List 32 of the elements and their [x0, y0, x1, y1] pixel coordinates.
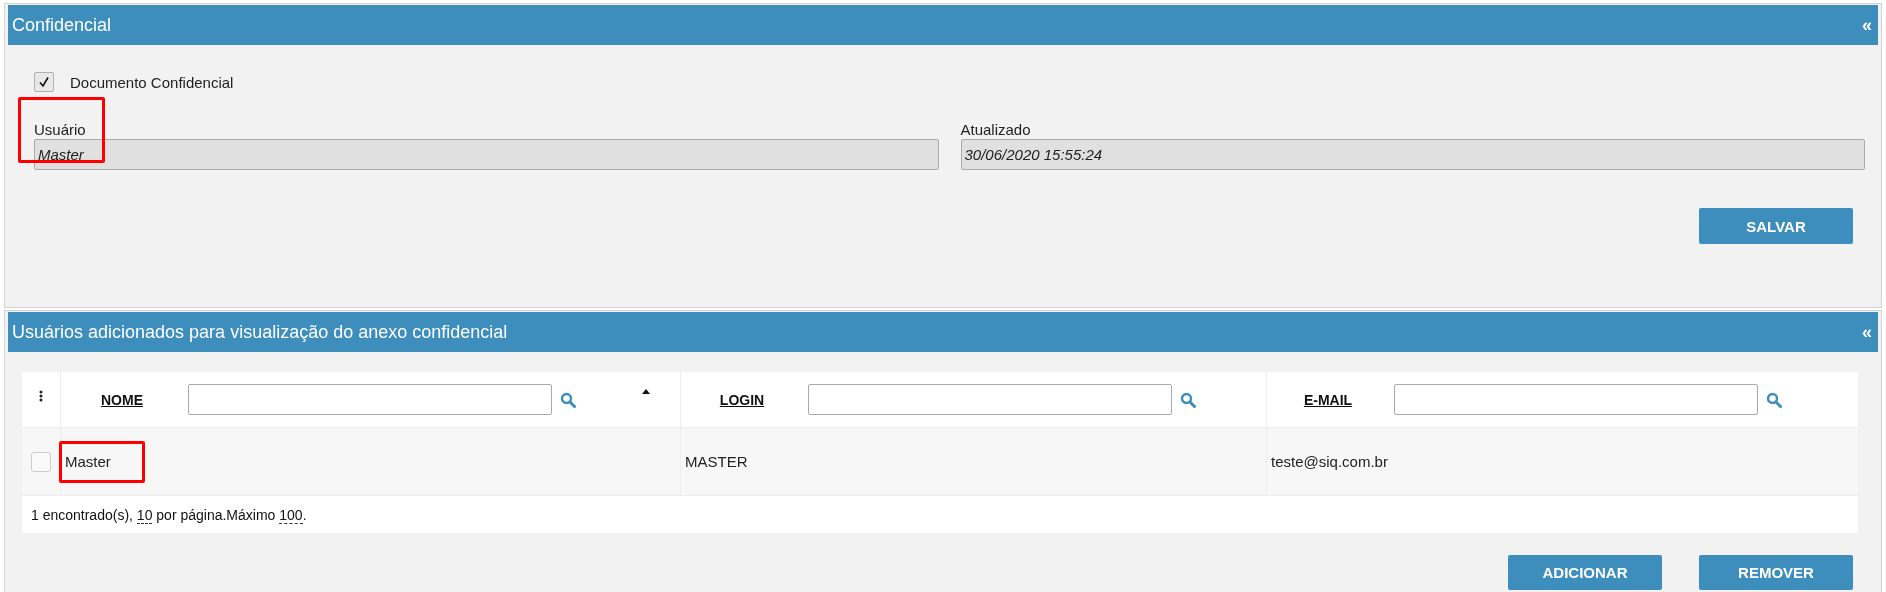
sort-arrow-icon[interactable]	[641, 388, 651, 394]
collapse-button[interactable]: «	[1860, 321, 1874, 343]
table-cell: Master	[65, 453, 111, 470]
row-checkbox[interactable]	[31, 451, 51, 472]
column-header[interactable]: NOME	[61, 391, 183, 408]
collapse-button[interactable]: «	[1860, 14, 1874, 36]
column-header[interactable]: LOGIN	[681, 391, 803, 408]
filter-field[interactable]	[808, 384, 1172, 415]
search-icon[interactable]	[1180, 391, 1196, 408]
maximum-link[interactable]: 100	[279, 506, 303, 524]
panel-title: Confidencial	[12, 14, 112, 36]
page-size-link[interactable]: 10	[136, 506, 153, 524]
input-field[interactable]: Master	[34, 139, 939, 170]
table-cell: MASTER	[685, 453, 748, 470]
pagination-text: 1 encontrado(s), 10 por página.Máximo 100.	[31, 506, 307, 523]
save-button[interactable]: SALVAR	[1699, 208, 1853, 244]
field-label: Usuário	[34, 121, 87, 139]
filter-field[interactable]	[188, 384, 552, 415]
search-icon[interactable]	[560, 391, 576, 408]
field-label: Atualizado	[960, 121, 1032, 139]
add-button[interactable]: ADICIONAR	[1508, 555, 1662, 590]
table-cell: teste@siq.com.br	[1271, 453, 1388, 470]
filter-field[interactable]	[1394, 384, 1758, 415]
remove-button[interactable]: REMOVER	[1699, 555, 1853, 590]
check-icon	[38, 76, 50, 88]
checkbox[interactable]	[34, 72, 54, 92]
search-icon[interactable]	[1766, 391, 1782, 408]
column-menu-icon[interactable]	[39, 390, 43, 402]
column-header[interactable]: E-MAIL	[1267, 391, 1389, 408]
input-field[interactable]: 30/06/2020 15:55:24	[960, 139, 1865, 170]
checkbox-label: Documento Confidencial	[70, 73, 234, 91]
panel-title: Usuários adicionados para visualização do anexo confidencial	[12, 321, 508, 343]
